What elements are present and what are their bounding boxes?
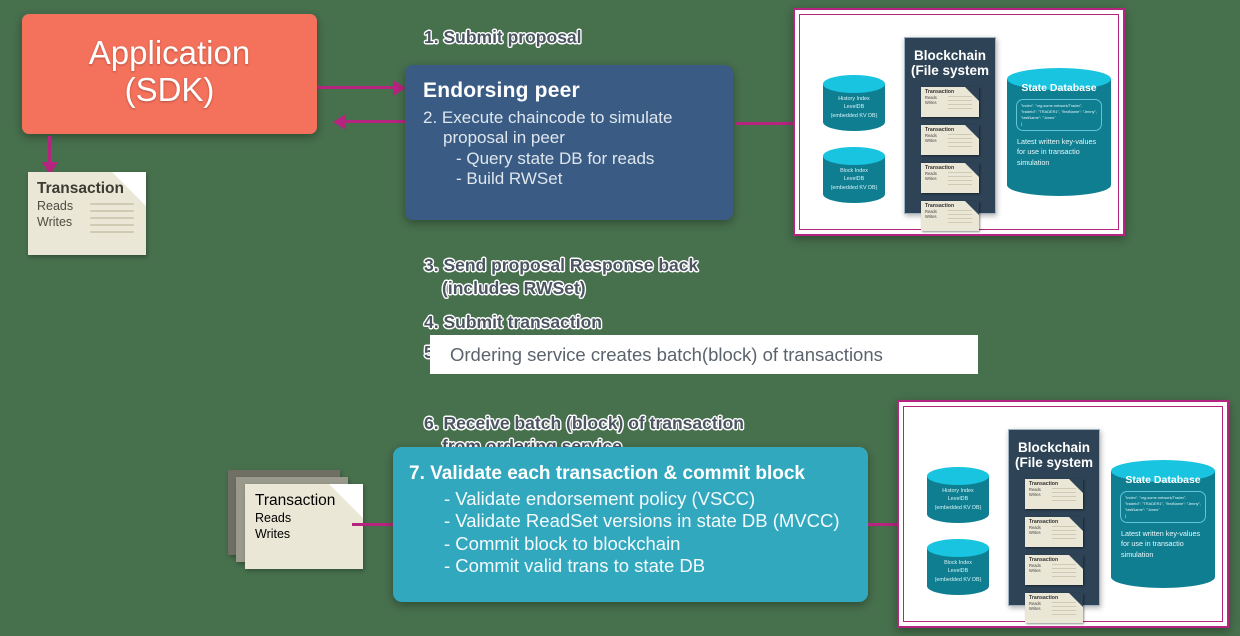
endorsing-peer-body: 2. Execute chaincode to simulate proposa… (423, 108, 717, 190)
application-label-line1: Application (88, 34, 251, 72)
committing-peer-line4: - Commit valid trans to state DB (444, 555, 706, 577)
mini-transaction-card: Transaction Reads Writes (921, 200, 979, 231)
state-database-cylinder-top: State Database "index": "org.acme.networ… (1007, 68, 1111, 196)
committing-peer-line2: - Validate ReadSet versions in state DB … (444, 510, 840, 532)
mini-transaction-card: Transaction Reads Writes (921, 86, 979, 117)
state-database-title-bottom: State Database (1125, 474, 1201, 486)
blockchain-transaction-cards-bottom: Transaction Reads Writes Transaction Rea… (1009, 478, 1099, 623)
step-6-line1: 6. Receive batch (block) of transaction (424, 413, 744, 434)
state-database-caption-bottom: Latest written key-values for use in tra… (1121, 529, 1201, 559)
transaction-doc-rule-lines (90, 203, 134, 238)
mini-transaction-card: Transaction Reads Writes (921, 162, 979, 193)
endorsing-peer-line3: - Query state DB for reads (456, 148, 655, 168)
endorsing-peer-line1: 2. Execute chaincode to simulate (423, 108, 673, 127)
transaction-document-top: Transaction Reads Writes (28, 172, 146, 255)
committing-peer-box[interactable]: 7. Validate each transaction & commit bl… (393, 447, 868, 602)
committing-peer-title: 7. Validate each transaction & commit bl… (409, 463, 805, 484)
state-database-caption-top: Latest written key-values for use in tra… (1017, 137, 1097, 167)
mini-transaction-card: Transaction Reads Writes (921, 124, 979, 155)
blockchain-title-bottom: Blockchain (File system (1014, 440, 1094, 471)
step-4-line1: 4. Submit transaction (424, 312, 602, 333)
ledger-inner-bottom: History Index LevelDB (embedded KV DB) B… (903, 406, 1223, 623)
history-index-label-top: History Index LevelDB (embedded KV DB) (830, 96, 878, 119)
state-database-json-top: "index": "org.acme.network/Trader", "tra… (1016, 99, 1102, 131)
mini-transaction-card: Transaction Reads Writes (1025, 592, 1083, 623)
committing-peer-line3: - Commit block to blockchain (444, 532, 681, 554)
block-index-label-bottom: Block Index LevelDB (embedded KV DB) (934, 560, 982, 583)
ledger-inner-top: History Index LevelDB (embedded KV DB) B… (799, 14, 1119, 231)
state-database-title-top: State Database (1021, 82, 1097, 94)
transaction-doc-sheet-front: Transaction Reads Writes (245, 484, 363, 569)
state-database-cylinder-bottom: State Database "index": "org.acme.networ… (1111, 460, 1215, 588)
arrow-app-to-transaction (41, 136, 58, 175)
blockchain-filesystem-panel-top: Blockchain (File system Transaction Read… (904, 37, 996, 231)
stacked-doc-reads: Reads (255, 511, 292, 525)
blockchain-title-top: Blockchain (File system (910, 48, 990, 79)
history-index-cylinder-bottom: History Index LevelDB (embedded KV DB) (927, 467, 989, 523)
committing-peer-line1: - Validate endorsement policy (VSCC) (444, 488, 756, 509)
ledger-panel-top: History Index LevelDB (embedded KV DB) B… (793, 8, 1125, 236)
endorsing-peer-line4: - Build RWSet (456, 169, 563, 189)
mini-transaction-card: Transaction Reads Writes (1025, 516, 1083, 547)
stacked-doc-title: Transaction (255, 492, 336, 509)
transaction-doc-title: Transaction (37, 180, 124, 197)
diagram-canvas: Application (SDK) Transaction Reads Writ… (0, 0, 1240, 636)
block-index-label-top: Block Index LevelDB (embedded KV DB) (830, 168, 878, 191)
endorsing-peer-box[interactable]: Endorsing peer 2. Execute chaincode to s… (405, 65, 733, 220)
history-index-cylinder-top: History Index LevelDB (embedded KV DB) (823, 75, 885, 131)
application-label-line2: (SDK) (124, 71, 215, 108)
ordering-service-text: Ordering service creates batch(block) of… (450, 343, 883, 365)
endorsing-peer-title: Endorsing peer (423, 79, 580, 102)
endorsing-peer-line2: proposal in peer (443, 128, 565, 148)
blockchain-transaction-cards-top: Transaction Reads Writes Transaction Rea… (905, 86, 995, 231)
application-sdk-box[interactable]: Application (SDK) (22, 14, 317, 134)
block-index-cylinder-bottom: Block Index LevelDB (embedded KV DB) (927, 539, 989, 595)
stacked-doc-writes: Writes (255, 527, 291, 542)
step-3-line1: 3. Send proposal Response back (424, 255, 699, 276)
history-index-label-bottom: History Index LevelDB (embedded KV DB) (934, 488, 982, 511)
ledger-panel-bottom: History Index LevelDB (embedded KV DB) B… (897, 400, 1229, 628)
state-database-json-bottom: "index": "org.acme.network/Trader", "tra… (1120, 491, 1206, 523)
mini-transaction-card: Transaction Reads Writes (1025, 554, 1083, 585)
blockchain-filesystem-panel-bottom: Blockchain (File system Transaction Read… (1008, 429, 1100, 623)
block-index-cylinder-top: Block Index LevelDB (embedded KV DB) (823, 147, 885, 203)
step-1-label: 1. Submit proposal (424, 27, 582, 47)
mini-transaction-card: Transaction Reads Writes (1025, 478, 1083, 509)
ordering-service-banner: Ordering service creates batch(block) of… (430, 335, 978, 374)
